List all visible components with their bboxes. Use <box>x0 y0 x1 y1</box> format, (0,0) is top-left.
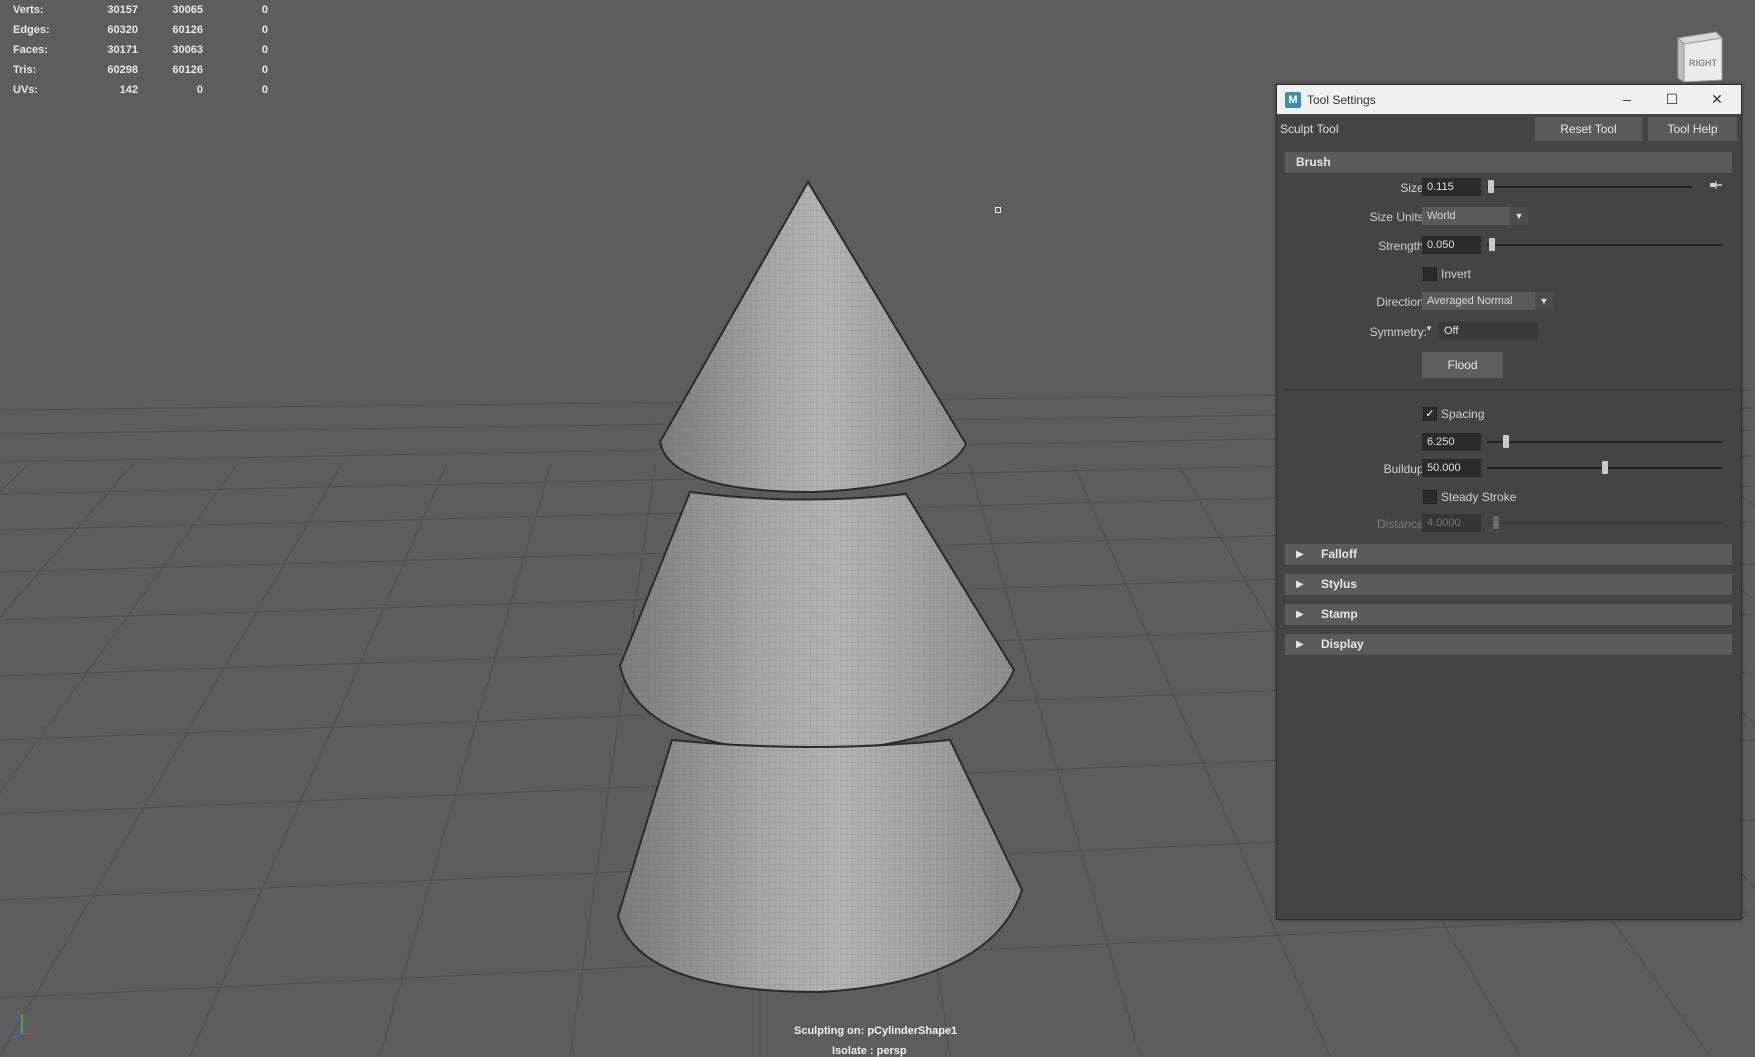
symmetry-label: Symmetry: <box>1277 325 1427 339</box>
hud-value: 0 <box>203 64 268 76</box>
direction-dropdown[interactable]: Averaged Normal <box>1422 292 1535 310</box>
size-label: Size: <box>1277 181 1427 195</box>
direction-label: Direction: <box>1277 295 1427 309</box>
spacing-label: Spacing <box>1441 407 1484 421</box>
strength-slider-thumb[interactable] <box>1489 238 1495 251</box>
hud-label: UVs: <box>13 84 73 96</box>
hud-row-faces: Faces: 30171 30063 0 <box>13 40 268 60</box>
hud-value: 142 <box>73 84 138 96</box>
buildup-slider-thumb[interactable] <box>1602 461 1608 474</box>
invert-checkbox[interactable] <box>1423 267 1437 281</box>
window-titlebar[interactable]: M Tool Settings – ☐ ✕ <box>1277 85 1741 114</box>
hud-value: 30063 <box>138 44 203 56</box>
isolate-status: Isolate : persp <box>832 1045 907 1057</box>
viewcube-icon[interactable]: RIGHT <box>1676 30 1724 82</box>
chevron-right-icon: ▶ <box>1296 604 1304 625</box>
distance-slider-thumb <box>1493 516 1499 529</box>
flood-button[interactable]: Flood <box>1422 352 1503 378</box>
hud-row-verts: Verts: 30157 30065 0 <box>13 0 268 20</box>
tool-help-button[interactable]: Tool Help <box>1648 117 1737 141</box>
sculpt-mesh[interactable] <box>618 182 1022 992</box>
strength-slider-track[interactable] <box>1487 244 1722 246</box>
hud-value: 60298 <box>73 64 138 76</box>
tool-header: Sculpt Tool Reset Tool Tool Help <box>1277 114 1741 144</box>
pivot-marker-icon[interactable] <box>995 207 1001 213</box>
chevron-right-icon: ▶ <box>1296 634 1304 655</box>
spacing-checkbox[interactable]: ✓ <box>1423 407 1437 421</box>
spacing-slider-thumb[interactable] <box>1503 435 1509 448</box>
section-label: Stylus <box>1321 574 1357 595</box>
chevron-right-icon: ▶ <box>1296 544 1304 565</box>
hud-value: 30065 <box>138 4 203 16</box>
size-slider-thumb[interactable] <box>1488 180 1494 193</box>
chevron-down-icon[interactable]: ▼ <box>1510 207 1528 225</box>
axis-gizmo-icon <box>6 1010 34 1040</box>
stylus-section-header[interactable]: ▶ Stylus <box>1285 574 1732 595</box>
reset-tool-button[interactable]: Reset Tool <box>1535 117 1642 141</box>
hud-value: 60126 <box>138 64 203 76</box>
symmetry-field[interactable]: Off <box>1439 322 1538 340</box>
tier-wireframe <box>660 182 966 492</box>
poly-count-hud: Verts: 30157 30065 0 Edges: 60320 60126 … <box>13 0 268 100</box>
hud-label: Tris: <box>13 64 73 76</box>
hud-value: 60126 <box>138 24 203 36</box>
minimize-button[interactable]: – <box>1604 85 1650 114</box>
spacing-field[interactable]: 6.250 <box>1422 433 1481 451</box>
section-label: Falloff <box>1321 544 1357 565</box>
hud-label: Faces: <box>13 44 73 56</box>
size-slider-track[interactable] <box>1487 186 1692 188</box>
hud-value: 0 <box>203 24 268 36</box>
hud-value: 0 <box>203 84 268 96</box>
steady-stroke-checkbox[interactable] <box>1423 490 1437 504</box>
chevron-down-icon[interactable]: ▼ <box>1535 292 1553 310</box>
display-section-header[interactable]: ▶ Display <box>1285 634 1732 655</box>
hud-value: 0 <box>203 4 268 16</box>
divider <box>1285 389 1732 390</box>
steady-stroke-label: Steady Stroke <box>1441 490 1516 504</box>
strength-field[interactable]: 0.050 <box>1422 236 1481 254</box>
invert-label: Invert <box>1441 267 1471 281</box>
pin-icon[interactable] <box>1709 179 1723 191</box>
size-units-dropdown[interactable]: World <box>1422 207 1510 225</box>
viewcube[interactable]: RIGHT <box>1676 30 1724 82</box>
symmetry-menu-icon[interactable]: ▼ <box>1425 324 1433 333</box>
distance-label: Distance: <box>1277 517 1427 531</box>
size-units-label: Size Units: <box>1277 210 1427 224</box>
buildup-label: Buildup: <box>1277 462 1427 476</box>
hud-label: Edges: <box>13 24 73 36</box>
brush-section-header[interactable]: Brush <box>1285 152 1732 173</box>
tier-wireframe <box>618 740 1022 992</box>
close-button[interactable]: ✕ <box>1694 85 1740 114</box>
hud-row-tris: Tris: 60298 60126 0 <box>13 60 268 80</box>
hud-row-uvs: UVs: 142 0 0 <box>13 80 268 100</box>
brush-section-label: Brush <box>1296 152 1331 173</box>
hud-label: Verts: <box>13 4 73 16</box>
size-field[interactable]: 0.115 <box>1422 178 1481 196</box>
tool-name: Sculpt Tool <box>1280 122 1338 136</box>
spacing-slider-track[interactable] <box>1487 441 1722 443</box>
tool-settings-window[interactable]: M Tool Settings – ☐ ✕ Sculpt Tool Reset … <box>1276 84 1742 920</box>
hud-value: 60320 <box>73 24 138 36</box>
section-label: Display <box>1321 634 1364 655</box>
stamp-section-header[interactable]: ▶ Stamp <box>1285 604 1732 625</box>
window-title: Tool Settings <box>1307 93 1376 107</box>
hud-row-edges: Edges: 60320 60126 0 <box>13 20 268 40</box>
tier-wireframe <box>620 492 1014 752</box>
distance-slider-track <box>1487 522 1722 524</box>
buildup-field[interactable]: 50.000 <box>1422 459 1481 477</box>
maximize-button[interactable]: ☐ <box>1649 85 1695 114</box>
section-label: Stamp <box>1321 604 1358 625</box>
falloff-section-header[interactable]: ▶ Falloff <box>1285 544 1732 565</box>
hud-value: 30171 <box>73 44 138 56</box>
viewcube-label: RIGHT <box>1689 58 1718 68</box>
sculpting-status: Sculpting on: pCylinderShape1 <box>794 1025 957 1037</box>
hud-value: 30157 <box>73 4 138 16</box>
chevron-right-icon: ▶ <box>1296 574 1304 595</box>
strength-label: Strength: <box>1277 239 1427 253</box>
hud-value: 0 <box>138 84 203 96</box>
distance-field: 4.0000 <box>1422 514 1481 532</box>
maya-icon: M <box>1285 92 1301 108</box>
hud-value: 0 <box>203 44 268 56</box>
